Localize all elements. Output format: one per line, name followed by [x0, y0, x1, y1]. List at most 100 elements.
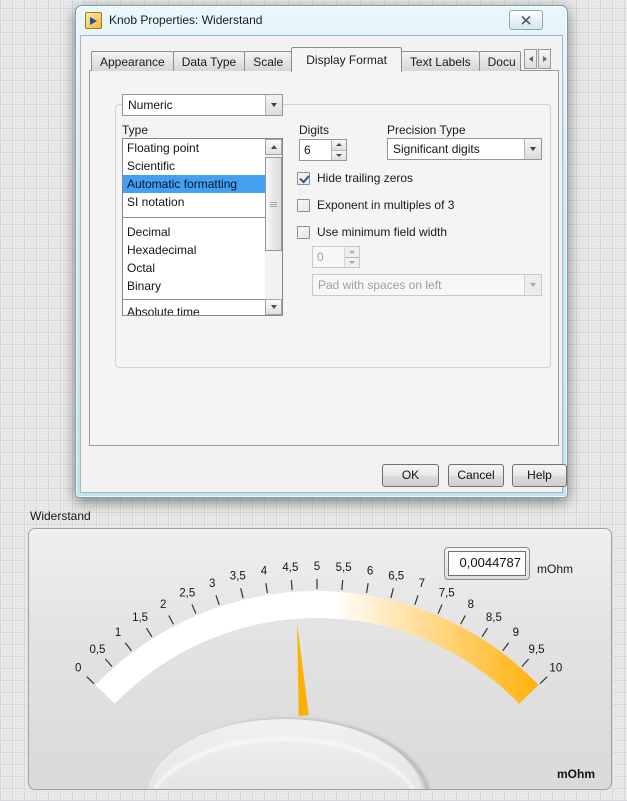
tab-data-type[interactable]: Data Type [172, 51, 246, 71]
gauge-tick-label: 9,5 [529, 644, 545, 656]
thumb-grip-icon [270, 202, 277, 208]
tab-scroll-right-button[interactable] [538, 49, 551, 69]
list-item-si-notation[interactable]: SI notation [123, 193, 265, 211]
triangle-down-icon [530, 283, 536, 287]
combo-arrow-button[interactable] [265, 95, 282, 115]
labview-front-panel: { "window": { "title": "Knob Properties:… [0, 0, 627, 801]
checkbox-unchecked-icon [297, 198, 310, 212]
list-item-floating-point[interactable]: Floating point [123, 139, 265, 157]
min-field-width-checkbox[interactable]: Use minimum field width [297, 225, 447, 239]
gauge-tick [145, 627, 153, 637]
display-unit-label: mOhm [537, 562, 573, 576]
precision-type-select[interactable]: Significant digits [387, 138, 542, 160]
triangle-down-icon [270, 305, 277, 309]
digital-display[interactable]: 0,0044787 [444, 547, 530, 580]
min-width-value: 0 [317, 250, 324, 264]
exponent-multiples-checkbox[interactable]: Exponent in multiples of 3 [297, 198, 454, 212]
triangle-up-icon [336, 143, 342, 147]
help-button[interactable]: Help [512, 464, 567, 487]
gauge-tick-label: 9 [513, 627, 519, 639]
gauge-tick [290, 579, 293, 591]
digits-value: 6 [304, 143, 311, 157]
cancel-button[interactable]: Cancel [448, 464, 504, 487]
combo-arrow-button [524, 275, 541, 295]
list-scrollbar [265, 139, 282, 315]
gauge-tick [124, 642, 132, 652]
gauge-tick-label: 8,5 [486, 612, 502, 624]
triangle-down-icon [530, 147, 536, 151]
list-item-binary[interactable]: Binary [123, 277, 265, 295]
gauge-unit-label: mOhm [556, 767, 595, 781]
list-item-absolute-time[interactable]: Absolute time [123, 303, 265, 315]
gauge-tick-label: 10 [549, 662, 562, 674]
gauge-tick-label: 2,5 [179, 587, 195, 599]
gauge-tick [215, 595, 220, 606]
gauge-tick-label: 7 [419, 578, 425, 590]
tab-page: Numeric Type Floating point Scientific Aut… [89, 70, 559, 446]
gauge-tick-label: 6,5 [388, 571, 404, 583]
spin-up-button [345, 247, 359, 257]
scroll-up-button[interactable] [265, 139, 282, 155]
triangle-up-icon [349, 250, 355, 254]
gauge-tick-label: 1,5 [132, 612, 148, 624]
gauge-tick-label: 2 [160, 599, 166, 611]
combo-arrow-button[interactable] [524, 139, 541, 159]
ok-button[interactable]: OK [382, 464, 439, 487]
tab-display-format[interactable]: Display Format [291, 47, 402, 72]
spinner-buttons [344, 247, 359, 267]
gauge-tick [437, 604, 443, 614]
gauge-tick-label: 6 [367, 565, 373, 577]
gauge-tick-label: 3 [209, 578, 215, 590]
scroll-down-button[interactable] [265, 299, 282, 315]
list-item-hexadecimal[interactable]: Hexadecimal [123, 241, 265, 259]
spin-down-button[interactable] [332, 149, 346, 160]
gauge-tick-label: 4,5 [282, 562, 298, 574]
close-button[interactable] [509, 10, 543, 30]
tab-scroll-buttons [523, 49, 551, 69]
knob-properties-dialog: Knob Properties: Widerstand Appearance Da… [75, 5, 568, 498]
gauge-tick [265, 583, 269, 594]
precision-type-value: Significant digits [393, 142, 480, 156]
gauge-tick [414, 595, 419, 606]
title-bar[interactable]: Knob Properties: Widerstand [76, 6, 567, 35]
gauge-tick [390, 588, 394, 599]
gauge-caption: Widerstand [30, 509, 91, 523]
format-category-select[interactable]: Numeric [122, 94, 283, 116]
triangle-left-icon [528, 56, 533, 62]
tab-docu[interactable]: Docu [478, 51, 521, 71]
list-item-decimal[interactable]: Decimal [123, 223, 265, 241]
gauge-tick [502, 642, 510, 652]
list-item-octal[interactable]: Octal [123, 259, 265, 277]
tab-scale[interactable]: Scale [244, 51, 293, 71]
checkbox-unchecked-icon [297, 225, 310, 239]
spin-up-button[interactable] [332, 140, 346, 150]
triangle-down-icon [271, 103, 277, 107]
hide-trailing-zeros-checkbox[interactable]: Hide trailing zeros [297, 171, 413, 185]
digits-spinner[interactable]: 6 [299, 139, 347, 161]
digital-display-value: 0,0044787 [448, 551, 526, 576]
gauge-tick-label: 7,5 [439, 587, 455, 599]
format-category-value: Numeric [128, 98, 173, 112]
gauge-tick [365, 583, 369, 594]
list-separator [123, 211, 265, 223]
gauge-tick-label: 0 [75, 662, 81, 674]
gauge-panel: 0 0,5 1 1,5 2 2,5 3 3,5 4 4,5 5 5,5 6 6,5 7 7,5 8 8,5 9 9,5… [28, 528, 612, 790]
min-width-spinner[interactable]: 0 [312, 246, 360, 268]
type-listbox: Floating point Scientific Automatic format… [122, 138, 283, 316]
list-item-scientific[interactable]: Scientific [123, 157, 265, 175]
checkbox-checked-icon [297, 171, 310, 185]
gauge-needle[interactable] [297, 623, 309, 716]
list-separator [123, 295, 265, 303]
triangle-down-icon [336, 153, 342, 157]
tab-appearance[interactable]: Appearance [91, 51, 174, 71]
gauge-tick [460, 615, 466, 625]
gauge-tick [240, 588, 244, 599]
spinner-buttons [331, 140, 346, 160]
gauge-tick-label: 5,5 [336, 562, 352, 574]
type-list: Floating point Scientific Automatic format… [123, 139, 265, 315]
tab-text-labels[interactable]: Text Labels [400, 51, 480, 71]
gauge-tick [104, 658, 113, 667]
tab-scroll-left-button[interactable] [524, 49, 537, 69]
list-item-automatic-formatting[interactable]: Automatic formatting [123, 175, 265, 193]
scrollbar-thumb[interactable] [265, 157, 282, 251]
